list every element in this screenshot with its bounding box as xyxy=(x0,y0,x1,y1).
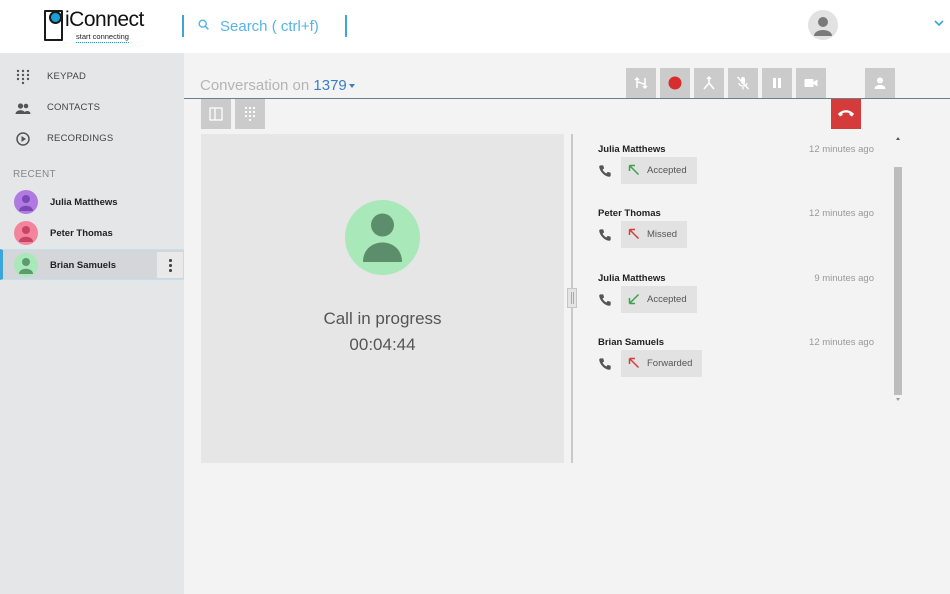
outgoing-arrow-icon xyxy=(628,293,640,305)
call-timer: 00:04:44 xyxy=(349,335,416,354)
sidebar: KEYPAD CONTACTS RECORDINGS RECENT Julia … xyxy=(0,53,184,594)
app-logo[interactable]: iConnect start connecting xyxy=(44,8,144,44)
merge-button[interactable] xyxy=(694,68,724,98)
call-status-badge: Forwarded xyxy=(621,350,703,377)
history-time: 12 minutes ago xyxy=(809,144,874,155)
user-avatar-icon xyxy=(814,17,832,36)
dialpad-icon xyxy=(244,106,256,122)
search-icon[interactable] xyxy=(197,18,211,32)
avatar xyxy=(14,253,38,277)
history-name: Julia Matthews xyxy=(598,273,666,284)
call-status-badge: Accepted xyxy=(621,157,697,184)
history-name: Peter Thomas xyxy=(598,208,661,219)
caller-person-icon xyxy=(363,213,402,262)
history-entry[interactable]: Julia Matthews 9 minutes ago Accepted xyxy=(598,273,874,329)
avatar-person-icon xyxy=(19,226,33,242)
merge-icon xyxy=(703,76,715,90)
chevron-down-icon[interactable] xyxy=(933,17,945,29)
status-label: Accepted xyxy=(647,294,687,305)
record-button[interactable] xyxy=(660,68,690,98)
split-panel-button[interactable] xyxy=(201,99,231,129)
search-divider-right xyxy=(345,15,347,37)
conversation-number: 1379 xyxy=(313,77,347,94)
scroll-down-arrow[interactable] xyxy=(896,398,900,401)
status-label: Forwarded xyxy=(647,358,693,369)
recent-item-julia-matthews[interactable]: Julia Matthews xyxy=(0,187,184,218)
sidebar-item-label: RECORDINGS xyxy=(47,133,114,144)
logo-name: iConnect xyxy=(65,8,144,31)
contact-icon xyxy=(874,77,886,89)
history-time: 12 minutes ago xyxy=(809,337,874,348)
history-name: Julia Matthews xyxy=(598,144,666,155)
search-divider-left xyxy=(182,15,184,37)
pause-icon xyxy=(773,78,781,88)
transfer-icon xyxy=(634,76,648,90)
recent-item-brian-samuels[interactable]: Brian Samuels xyxy=(0,249,184,280)
phone-icon xyxy=(599,294,611,306)
mute-mic-icon xyxy=(736,76,750,90)
recent-header: RECENT xyxy=(13,169,56,180)
avatar xyxy=(14,190,38,214)
search-input[interactable] xyxy=(220,14,340,38)
avatar-person-icon xyxy=(19,195,33,211)
conversation-area: Conversation on 1379 Call in progress 00… xyxy=(184,53,950,594)
history-time: 9 minutes ago xyxy=(814,273,874,284)
scroll-up-arrow[interactable] xyxy=(896,137,900,140)
avatar xyxy=(14,221,38,245)
conversation-title: Conversation on 1379 xyxy=(200,77,355,94)
video-button[interactable] xyxy=(796,68,826,98)
call-status-badge: Missed xyxy=(621,221,688,248)
incoming-arrow-icon xyxy=(628,164,640,176)
pause-button[interactable] xyxy=(762,68,792,98)
contacts-icon xyxy=(15,103,31,114)
keypad-icon xyxy=(16,69,30,85)
status-label: Missed xyxy=(647,229,678,240)
call-status-badge: Accepted xyxy=(621,286,697,313)
phone-icon xyxy=(599,165,611,177)
conversation-number-dropdown[interactable]: 1379 xyxy=(313,77,355,94)
history-time: 12 minutes ago xyxy=(809,208,874,219)
mute-button[interactable] xyxy=(728,68,758,98)
contact-button[interactable] xyxy=(865,68,895,98)
recent-item-name: Julia Matthews xyxy=(50,197,118,208)
history-entry[interactable]: Julia Matthews 12 minutes ago Accepted xyxy=(598,144,874,200)
sidebar-item-label: KEYPAD xyxy=(47,71,87,82)
more-options-icon[interactable] xyxy=(157,252,183,278)
call-panel: Call in progress 00:04:44 xyxy=(201,134,564,463)
hangup-button[interactable] xyxy=(831,99,861,129)
dialpad-button[interactable] xyxy=(235,99,265,129)
caret-down-icon xyxy=(348,84,355,89)
history-entry[interactable]: Peter Thomas 12 minutes ago Missed xyxy=(598,208,874,264)
missed-arrow-icon xyxy=(628,228,640,240)
history-name: Brian Samuels xyxy=(598,337,664,348)
forwarded-arrow-icon xyxy=(628,357,640,369)
logo-dot xyxy=(49,11,62,24)
split-panel-icon xyxy=(209,107,223,121)
avatar-person-icon xyxy=(19,258,33,274)
record-icon xyxy=(668,76,682,90)
recent-item-name: Peter Thomas xyxy=(50,228,113,239)
user-avatar[interactable] xyxy=(808,10,838,40)
history-entry[interactable]: Brian Samuels 12 minutes ago Forwarded xyxy=(598,337,874,393)
sidebar-item-recordings[interactable]: RECORDINGS xyxy=(0,125,184,153)
status-label: Accepted xyxy=(647,165,687,176)
sidebar-item-keypad[interactable]: KEYPAD xyxy=(0,63,184,91)
video-icon xyxy=(804,79,818,87)
sidebar-item-contacts[interactable]: CONTACTS xyxy=(0,94,184,122)
transfer-button[interactable] xyxy=(626,68,656,98)
hangup-icon xyxy=(838,110,854,117)
play-circle-icon xyxy=(16,132,30,146)
logo-tagline: start connecting xyxy=(76,32,129,43)
recent-item-peter-thomas[interactable]: Peter Thomas xyxy=(0,218,184,249)
recent-item-name: Brian Samuels xyxy=(50,260,116,271)
top-bar: iConnect start connecting xyxy=(0,0,950,53)
resize-handle[interactable] xyxy=(567,288,577,308)
call-status: Call in progress xyxy=(323,309,442,328)
phone-icon xyxy=(599,229,611,241)
phone-icon xyxy=(599,358,611,370)
caller-avatar xyxy=(345,200,420,275)
scrollbar-thumb[interactable] xyxy=(894,167,902,395)
conversation-title-prefix: Conversation on xyxy=(200,77,310,94)
sidebar-item-label: CONTACTS xyxy=(47,102,101,113)
